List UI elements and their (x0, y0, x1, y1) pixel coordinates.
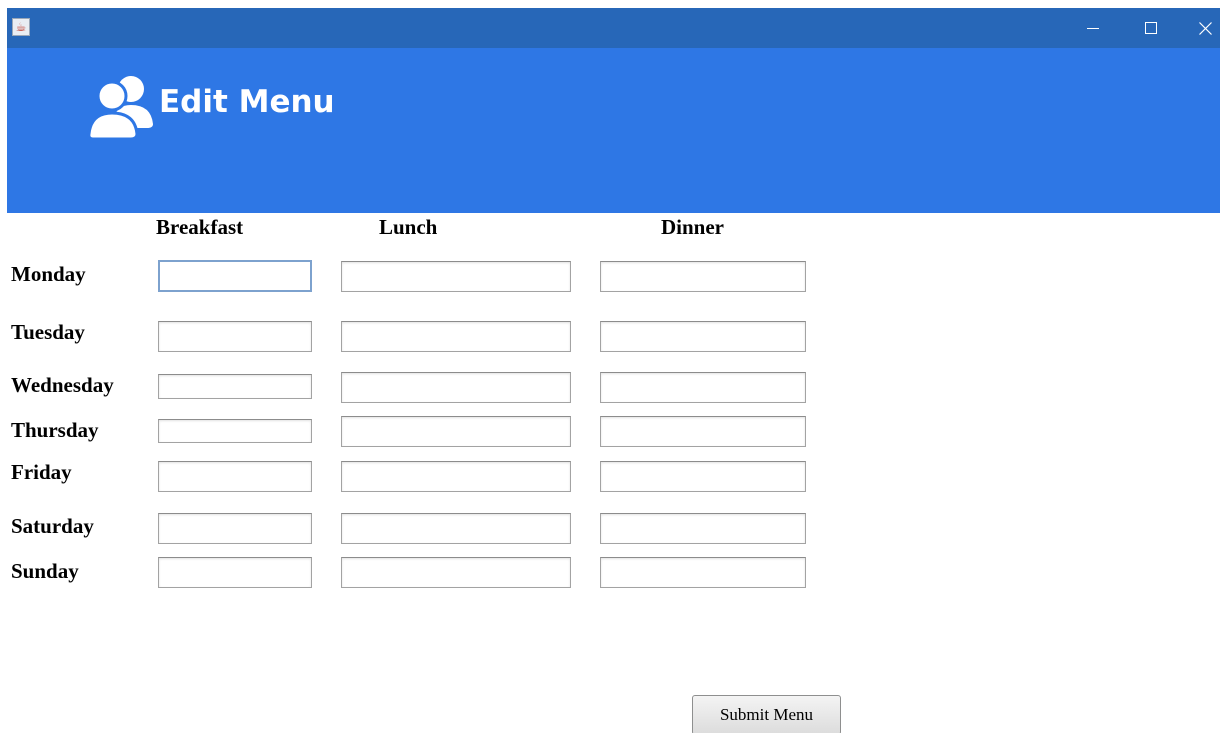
day-label-tuesday: Tuesday (11, 320, 85, 344)
wednesday-breakfast-input[interactable] (158, 374, 312, 399)
day-label-sunday: Sunday (11, 559, 79, 583)
minimize-icon (1087, 28, 1099, 29)
day-label-thursday: Thursday (11, 418, 99, 442)
monday-dinner-input[interactable] (600, 261, 806, 292)
friday-dinner-input[interactable] (600, 461, 806, 492)
column-header-dinner: Dinner (661, 215, 724, 239)
column-header-lunch: Lunch (379, 215, 438, 239)
day-label-monday: Monday (11, 262, 86, 286)
wednesday-dinner-input[interactable] (600, 372, 806, 403)
close-button[interactable] (1183, 8, 1220, 48)
maximize-button[interactable] (1127, 8, 1173, 48)
tuesday-breakfast-input[interactable] (158, 321, 312, 352)
saturday-dinner-input[interactable] (600, 513, 806, 544)
header-banner (7, 48, 1220, 213)
page-title: Edit Menu (159, 84, 335, 120)
sunday-dinner-input[interactable] (600, 557, 806, 588)
wednesday-lunch-input[interactable] (341, 372, 571, 403)
tuesday-dinner-input[interactable] (600, 321, 806, 352)
day-label-wednesday: Wednesday (11, 373, 114, 397)
title-bar[interactable]: ☕ (7, 8, 1220, 48)
thursday-lunch-input[interactable] (341, 416, 571, 447)
monday-lunch-input[interactable] (341, 261, 571, 292)
friday-lunch-input[interactable] (341, 461, 571, 492)
users-icon (87, 76, 153, 140)
maximize-icon (1145, 22, 1157, 34)
column-header-breakfast: Breakfast (156, 215, 244, 239)
close-icon (1199, 22, 1212, 35)
thursday-dinner-input[interactable] (600, 416, 806, 447)
java-cup-icon[interactable]: ☕ (12, 18, 30, 36)
tuesday-lunch-input[interactable] (341, 321, 571, 352)
saturday-lunch-input[interactable] (341, 513, 571, 544)
submit-menu-button[interactable]: Submit Menu (692, 695, 841, 733)
friday-breakfast-input[interactable] (158, 461, 312, 492)
day-label-friday: Friday (11, 460, 72, 484)
sunday-breakfast-input[interactable] (158, 557, 312, 588)
thursday-breakfast-input[interactable] (158, 419, 312, 443)
sunday-lunch-input[interactable] (341, 557, 571, 588)
saturday-breakfast-input[interactable] (158, 513, 312, 544)
day-label-saturday: Saturday (11, 514, 94, 538)
minimize-button[interactable] (1071, 8, 1117, 48)
application-window: ☕ Edit Menu Breakfast Lunch Dinner Monda… (0, 0, 1220, 733)
monday-breakfast-input[interactable] (158, 260, 312, 292)
